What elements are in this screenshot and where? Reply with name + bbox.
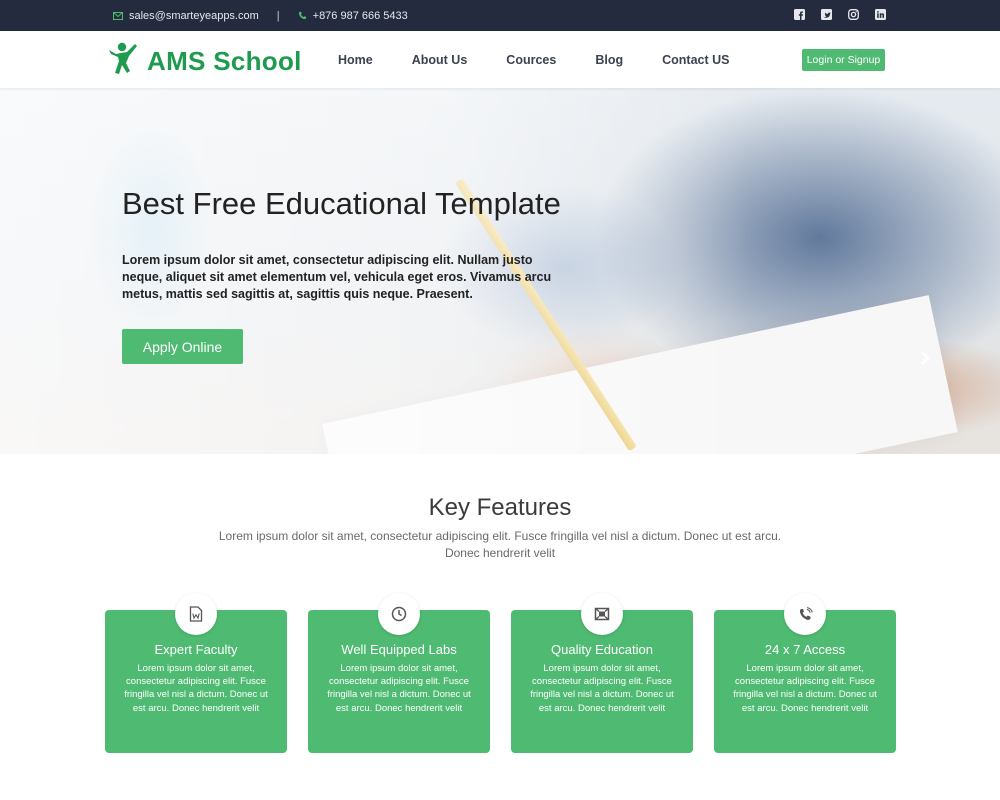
contact-email[interactable]: sales@smarteyeapps.com bbox=[129, 10, 259, 22]
feature-card: Quality Education Lorem ipsum dolor sit … bbox=[511, 593, 693, 753]
features-subtitle: Lorem ipsum dolor sit amet, consectetur … bbox=[218, 529, 782, 560]
linkedin-icon[interactable] bbox=[875, 9, 886, 20]
instagram-icon[interactable] bbox=[848, 9, 859, 20]
nav-courses[interactable]: Cources bbox=[506, 53, 556, 67]
nav-contact-us[interactable]: Contact US bbox=[662, 53, 729, 67]
phone-icon bbox=[298, 11, 307, 20]
student-logo-icon bbox=[107, 41, 139, 82]
feature-icon-badge bbox=[581, 593, 623, 635]
contact-info: sales@smarteyeapps.com | +876 987 666 54… bbox=[113, 0, 408, 31]
features-title: Key Features bbox=[428, 494, 572, 521]
logo-text: AMS School bbox=[147, 46, 302, 76]
feature-title: 24 x 7 Access bbox=[764, 642, 846, 657]
top-bar: sales@smarteyeapps.com | +876 987 666 54… bbox=[0, 0, 1000, 31]
contact-phone[interactable]: +876 987 666 5433 bbox=[313, 10, 408, 22]
nav-about-us[interactable]: About Us bbox=[412, 53, 468, 67]
feature-icon-badge bbox=[784, 593, 826, 635]
feature-title: Well Equipped Labs bbox=[341, 642, 457, 657]
feature-text: Lorem ipsum dolor sit amet, consectetur … bbox=[124, 663, 268, 714]
phone-icon bbox=[799, 606, 813, 620]
document-icon bbox=[189, 606, 203, 622]
feature-title: Expert Faculty bbox=[154, 642, 238, 657]
main-header: AMS School Home About Us Cources Blog Co… bbox=[0, 31, 1000, 88]
main-nav: Home About Us Cources Blog Contact US bbox=[338, 31, 768, 88]
twitter-icon[interactable] bbox=[821, 9, 832, 20]
facebook-icon[interactable] bbox=[794, 9, 805, 20]
apply-online-button[interactable]: Apply Online bbox=[122, 329, 243, 364]
feature-icon-badge bbox=[378, 593, 420, 635]
feature-card: Well Equipped Labs Lorem ipsum dolor sit… bbox=[308, 593, 490, 753]
feature-card: 24 x 7 Access Lorem ipsum dolor sit amet… bbox=[714, 593, 896, 753]
feature-text: Lorem ipsum dolor sit amet, consectetur … bbox=[733, 663, 877, 714]
image-frame-icon bbox=[594, 607, 610, 621]
social-links bbox=[794, 9, 886, 20]
login-signup-button[interactable]: Login or Signup bbox=[802, 49, 885, 71]
hero-title: Best Free Educational Template bbox=[122, 186, 561, 221]
feature-icon-badge bbox=[175, 593, 217, 635]
contact-separator: | bbox=[276, 9, 280, 22]
envelope-icon bbox=[113, 11, 123, 20]
clock-icon bbox=[391, 606, 407, 622]
chevron-right-icon[interactable] bbox=[917, 350, 933, 366]
nav-home[interactable]: Home bbox=[338, 53, 373, 67]
feature-card: Expert Faculty Lorem ipsum dolor sit ame… bbox=[105, 593, 287, 753]
feature-title: Quality Education bbox=[551, 642, 653, 657]
nav-blog[interactable]: Blog bbox=[595, 53, 623, 67]
hero-text: Lorem ipsum dolor sit amet, consectetur … bbox=[122, 253, 552, 301]
site-logo[interactable]: AMS School bbox=[107, 41, 302, 82]
feature-text: Lorem ipsum dolor sit amet, consectetur … bbox=[530, 663, 674, 714]
feature-text: Lorem ipsum dolor sit amet, consectetur … bbox=[327, 663, 471, 714]
